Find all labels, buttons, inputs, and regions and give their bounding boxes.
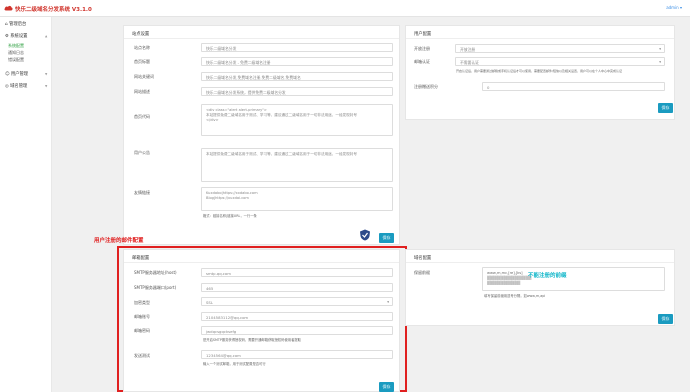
- cloud-logo-icon: [4, 5, 13, 11]
- chevron-down-icon: ▼: [45, 72, 48, 76]
- sender-test-input[interactable]: 1234564@qq.com: [201, 350, 393, 359]
- description-label: 网站描述: [134, 89, 150, 94]
- encryption-label: 加密类型: [134, 300, 150, 305]
- smtp-port-label: SMTP服务器端口(port): [134, 285, 177, 290]
- sidebar-sub-error[interactable]: 错误配置: [8, 57, 24, 63]
- open-register-select[interactable]: 开放注册 ▾: [455, 44, 665, 53]
- sidebar-item-home[interactable]: ⌂ 管理后台: [5, 21, 26, 27]
- sidebar-sub-config[interactable]: 系统配置: [8, 43, 24, 49]
- reserved-prefix-hint: 填写保留前缀用逗号分隔，如www,m,api: [484, 294, 546, 298]
- sidebar-item-users[interactable]: ☺ 用户管理: [5, 71, 28, 77]
- notice-label: 用户公告: [134, 150, 150, 155]
- smtp-host-label: SMTP服务器地址(host): [134, 270, 177, 275]
- mail-password-label: 邮箱密码: [134, 328, 150, 333]
- keywords-input[interactable]: 快乐二级域名分发,免费域名注册,免费二级域名,免费域名: [201, 72, 393, 81]
- links-hint: 格式：链接名称|链接URL，一行一条: [203, 214, 257, 218]
- site-settings-panel: 站点设置 站点名称 快乐二级域名分发 首页标题 快乐二级域名分发 - 免费二级域…: [123, 25, 400, 245]
- sidebar-item-domains[interactable]: ◎ 域名管理: [5, 83, 27, 89]
- chevron-down-icon: ▼: [45, 84, 48, 88]
- mail-account-label: 邮箱账号: [134, 314, 150, 319]
- save-button[interactable]: 保存: [379, 382, 394, 392]
- domain-settings-panel: 域名配置 保留前缀 www,m,mc,[re],[ks] ▓▓▓▓▓▓▓▓▓▓▓…: [405, 249, 675, 326]
- home-code-label: 首页代码: [134, 114, 150, 119]
- panel-title: 域名配置: [414, 256, 432, 261]
- chevron-down-icon: ▾: [659, 60, 661, 64]
- links-textarea[interactable]: Kuxdabo|https://xxdabo.com Blog|https://…: [201, 187, 393, 211]
- email-verify-hint: 开启认证后，用户需要通过邮箱或手机认证后才可以使用，需要配置邮件/短信以及相关设…: [456, 69, 623, 73]
- smtp-port-input[interactable]: 465: [201, 283, 393, 292]
- sidebar-item-system[interactable]: ⚙ 系统设置: [5, 33, 27, 39]
- chevron-down-icon: ▾: [387, 300, 389, 304]
- app-title: 快乐二级域名分发系统 V3.1.0: [15, 7, 92, 13]
- sender-test-label: 发送测试: [134, 353, 150, 358]
- shield-icon: [360, 229, 370, 241]
- mail-password-input[interactable]: jwdqcsgqcksefg: [201, 326, 393, 335]
- sidebar: ⌂ 管理后台 ⚙ 系统设置 ▲ 系统配置 通知日志 错误配置 ☺ 用户管理 ▼ …: [0, 17, 52, 392]
- globe-icon: ◎: [5, 84, 9, 89]
- description-input[interactable]: 快乐二级域名分发系统，提供免费二级域名分发: [201, 87, 393, 96]
- gear-icon: ⚙: [5, 34, 9, 39]
- mail-annotation: 用户注册的邮件配置: [94, 238, 144, 244]
- mail-account-input[interactable]: 2104583112@qq.com: [201, 312, 393, 321]
- home-title-label: 首页标题: [134, 59, 150, 64]
- encryption-select[interactable]: SSL ▾: [201, 297, 393, 306]
- reserved-prefix-textarea[interactable]: www,m,mc,[re],[ks] ▓▓▓▓▓▓▓▓▓▓▓▓▓▓▓▓ ▓▓▓▓…: [482, 267, 665, 291]
- email-verify-select[interactable]: 不需要认证 ▾: [455, 57, 665, 66]
- email-verify-label: 邮箱认证: [414, 59, 430, 64]
- notice-textarea[interactable]: 本站提供免费二级域名用于测试、学习等，建议通过二级域名用于一切非法用途，一经发现…: [201, 148, 393, 182]
- site-name-input[interactable]: 快乐二级域名分发: [201, 43, 393, 52]
- admin-menu[interactable]: admin ▾: [666, 5, 682, 10]
- sender-test-hint: 输入一个测试邮箱，用于测试配置是否可行: [203, 362, 266, 366]
- panel-title: 邮箱配置: [132, 256, 150, 261]
- save-button[interactable]: 保存: [379, 233, 394, 243]
- panel-title: 用户配置: [414, 32, 432, 37]
- mail-settings-panel: 邮箱配置 SMTP服务器地址(host) smtp.qq.com SMTP服务器…: [123, 249, 400, 392]
- save-button[interactable]: 保存: [658, 103, 673, 113]
- open-register-label: 开放注册: [414, 46, 430, 51]
- links-label: 友情链接: [134, 190, 150, 195]
- register-points-label: 注册赠送积分: [414, 84, 438, 89]
- mail-password-hint: 是开启SMTP服务获得授权码，需要开通邮箱获取授权码使用者提取: [203, 338, 301, 342]
- prefix-annotation: 不能注册的前缀: [528, 273, 567, 279]
- save-button[interactable]: 保存: [658, 314, 673, 324]
- register-points-input[interactable]: 0: [482, 82, 665, 91]
- panel-title: 站点设置: [132, 32, 150, 37]
- sidebar-sub-log[interactable]: 通知日志: [8, 50, 24, 56]
- smtp-host-input[interactable]: smtp.qq.com: [201, 268, 393, 277]
- user-icon: ☺: [5, 72, 10, 77]
- home-code-textarea[interactable]: <div class="alert alert-primary"> 本站提供免费…: [201, 104, 393, 136]
- chevron-up-icon: ▲: [45, 34, 48, 38]
- reserved-prefix-label: 保留前缀: [414, 270, 430, 275]
- chevron-down-icon: ▾: [659, 47, 661, 51]
- home-icon: ⌂: [5, 22, 8, 27]
- keywords-label: 网站关键词: [134, 74, 154, 79]
- user-settings-panel: 用户配置 开放注册 开放注册 ▾ 邮箱认证 不需要认证 ▾ 开启认证后，用户需要通过…: [405, 25, 675, 120]
- site-name-label: 站点名称: [134, 45, 150, 50]
- home-title-input[interactable]: 快乐二级域名分发 - 免费二级域名注册: [201, 57, 393, 66]
- top-bar: 快乐二级域名分发系统 V3.1.0 admin ▾: [0, 0, 690, 17]
